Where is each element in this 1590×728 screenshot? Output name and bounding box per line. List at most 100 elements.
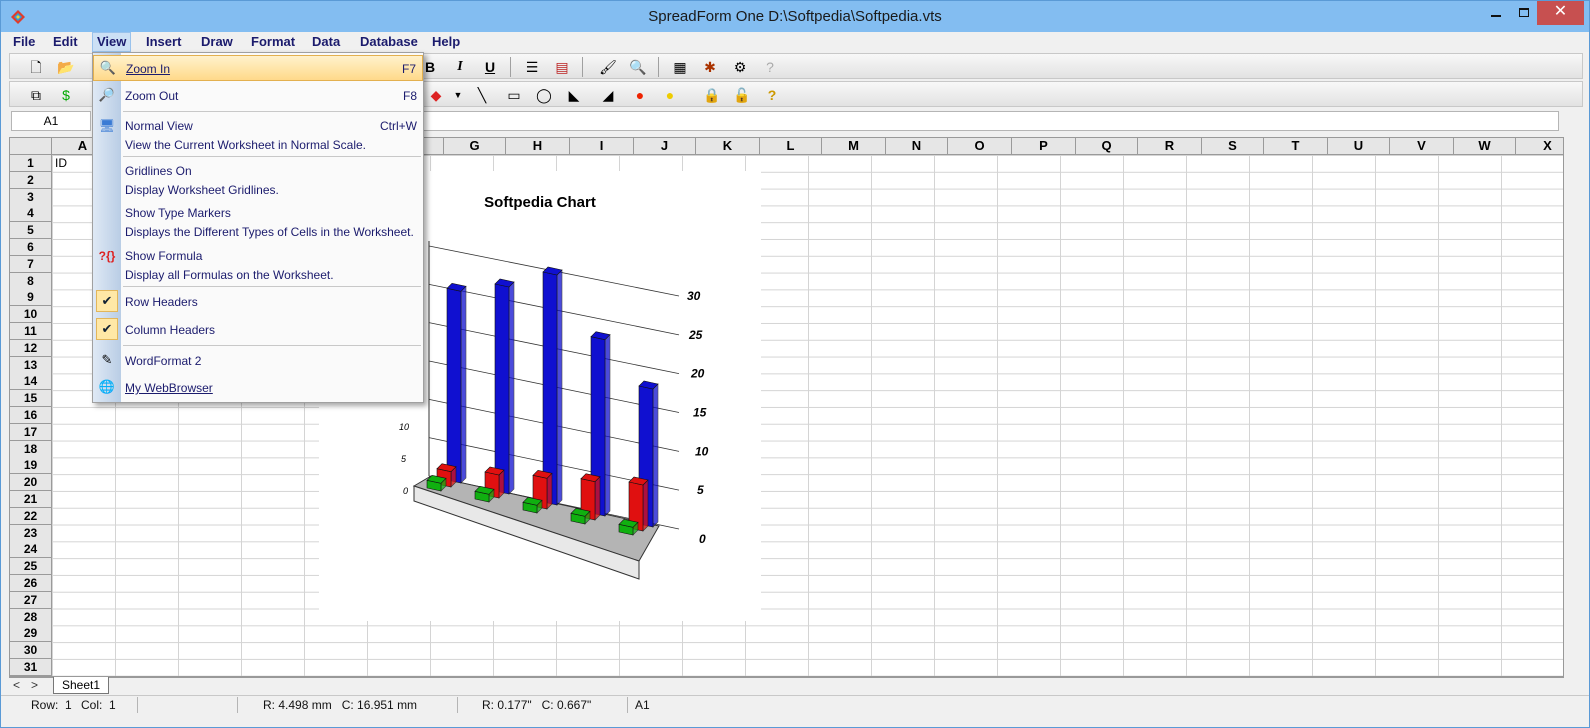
menu-item-wordformat[interactable]: ✎ WordFormat 2 <box>93 348 423 374</box>
column-header[interactable]: O <box>948 138 1012 155</box>
menu-item-webbrowser[interactable]: 🌐 My WebBrowser <box>93 375 423 401</box>
menu-item-column-headers[interactable]: ✔ Column Headers <box>93 317 423 343</box>
column-header[interactable]: I <box>570 138 634 155</box>
highlight-icon[interactable]: ● <box>660 85 680 105</box>
menu-file[interactable]: File <box>9 34 39 49</box>
column-header[interactable]: N <box>886 138 948 155</box>
row-header[interactable]: 16 <box>10 407 52 424</box>
color-swatch-icon[interactable]: ● <box>630 85 650 105</box>
row-header[interactable]: 26 <box>10 575 52 592</box>
row-header[interactable]: 10 <box>10 306 52 324</box>
row-header[interactable]: 2 <box>10 171 52 189</box>
rectangle-icon[interactable]: ▭ <box>504 85 524 105</box>
menu-draw[interactable]: Draw <box>197 34 237 49</box>
menu-data[interactable]: Data <box>308 34 344 49</box>
menu-item-zoom-in[interactable]: 🔍 Zoom In F7 <box>93 55 423 81</box>
column-header[interactable]: U <box>1328 138 1390 155</box>
row-header[interactable]: 22 <box>10 507 52 525</box>
menu-format[interactable]: Format <box>247 34 299 49</box>
find-icon[interactable]: 🔍 <box>628 57 648 77</box>
row-header[interactable]: 21 <box>10 491 52 508</box>
properties-icon[interactable]: ⚙ <box>730 57 750 77</box>
column-header[interactable]: H <box>506 138 570 155</box>
name-box[interactable]: A1 <box>11 111 91 131</box>
row-header[interactable]: 12 <box>10 339 52 357</box>
chart-wizard-icon[interactable]: ✱ <box>700 57 720 77</box>
shape-icon[interactable]: ◣ <box>564 85 584 105</box>
row-header[interactable]: 11 <box>10 323 52 340</box>
menu-item-show-formula[interactable]: ?{} Show Formula Display all Formulas on… <box>93 244 423 284</box>
menu-help[interactable]: Help <box>428 34 464 49</box>
row-header[interactable]: 8 <box>10 272 52 290</box>
format-painter-icon[interactable]: 🖌 <box>598 57 618 77</box>
help-icon[interactable]: ? <box>762 85 782 105</box>
minimize-button[interactable] <box>1481 1 1511 25</box>
close-button[interactable]: ✕ <box>1537 1 1584 25</box>
column-header[interactable]: K <box>696 138 760 155</box>
row-header[interactable]: 4 <box>10 205 52 223</box>
row-header[interactable]: 7 <box>10 255 52 273</box>
cell-a1[interactable]: ID <box>55 156 67 170</box>
row-header[interactable]: 23 <box>10 524 52 542</box>
column-header[interactable]: P <box>1012 138 1076 155</box>
freeform-icon[interactable]: ◢ <box>598 85 618 105</box>
row-header[interactable]: 27 <box>10 591 52 609</box>
row-header[interactable]: 18 <box>10 440 52 458</box>
menu-edit[interactable]: Edit <box>49 34 82 49</box>
paste-icon[interactable]: $ <box>56 85 76 105</box>
line-icon[interactable]: ╲ <box>472 85 492 105</box>
row-header[interactable]: 20 <box>10 474 52 492</box>
border-icon[interactable]: ▤ <box>552 57 572 77</box>
column-header[interactable]: Q <box>1076 138 1138 155</box>
ellipse-icon[interactable]: ◯ <box>534 85 554 105</box>
row-header[interactable]: 6 <box>10 239 52 256</box>
column-header[interactable]: J <box>634 138 696 155</box>
row-header[interactable]: 3 <box>10 188 52 206</box>
unlock-icon[interactable]: 🔓 <box>732 85 752 105</box>
menu-item-normal-view[interactable]: 🖥 Normal View Ctrl+W View the Current Wo… <box>93 114 423 154</box>
row-header[interactable]: 19 <box>10 457 52 475</box>
sheet-tab-sheet1[interactable]: Sheet1 <box>53 677 110 694</box>
column-header[interactable]: M <box>822 138 886 155</box>
fill-color-icon[interactable]: ◆ <box>426 85 446 105</box>
help-context-icon[interactable]: ? <box>760 57 780 77</box>
open-file-icon[interactable]: 📂 <box>56 57 76 77</box>
row-header[interactable]: 1 <box>10 155 52 172</box>
copy-icon[interactable]: ⧉ <box>26 85 46 105</box>
menu-item-row-headers[interactable]: ✔ Row Headers <box>93 289 423 315</box>
column-header[interactable]: R <box>1138 138 1202 155</box>
sheet-next-button[interactable]: > <box>31 678 38 692</box>
select-all-corner[interactable] <box>10 138 52 155</box>
menu-item-gridlines[interactable]: Gridlines On Display Worksheet Gridlines… <box>93 159 423 199</box>
underline-icon[interactable]: U <box>480 57 500 77</box>
row-header[interactable]: 9 <box>10 289 52 307</box>
row-header[interactable]: 30 <box>10 642 52 660</box>
column-header[interactable]: G <box>444 138 506 155</box>
row-header[interactable]: 13 <box>10 356 52 374</box>
column-header[interactable]: W <box>1454 138 1516 155</box>
menu-insert[interactable]: Insert <box>142 34 185 49</box>
row-header[interactable]: 29 <box>10 625 52 643</box>
row-header[interactable]: 5 <box>10 222 52 240</box>
new-file-icon[interactable]: 🗋 <box>26 57 46 77</box>
row-header[interactable]: 24 <box>10 541 52 559</box>
row-header[interactable]: 25 <box>10 558 52 576</box>
column-header[interactable]: S <box>1202 138 1264 155</box>
row-header[interactable]: 28 <box>10 608 52 626</box>
maximize-button[interactable] <box>1509 1 1539 25</box>
column-header[interactable]: X <box>1516 138 1563 155</box>
chevron-down-icon[interactable]: ▼ <box>448 85 468 105</box>
menu-item-zoom-out[interactable]: 🔎 Zoom Out F8 <box>93 83 423 109</box>
italic-icon[interactable]: I <box>450 57 470 77</box>
column-header[interactable]: L <box>760 138 822 155</box>
menu-item-type-markers[interactable]: Show Type Markers Displays the Different… <box>93 201 423 241</box>
row-header[interactable]: 31 <box>10 659 52 676</box>
row-header[interactable]: 15 <box>10 390 52 408</box>
column-header[interactable]: T <box>1264 138 1328 155</box>
row-header[interactable]: 17 <box>10 423 52 441</box>
sheet-prev-button[interactable]: < <box>13 678 20 692</box>
menu-view[interactable]: View <box>92 32 132 52</box>
row-header[interactable]: 14 <box>10 373 52 391</box>
column-header[interactable]: V <box>1390 138 1454 155</box>
lock-icon[interactable]: 🔒 <box>702 85 722 105</box>
